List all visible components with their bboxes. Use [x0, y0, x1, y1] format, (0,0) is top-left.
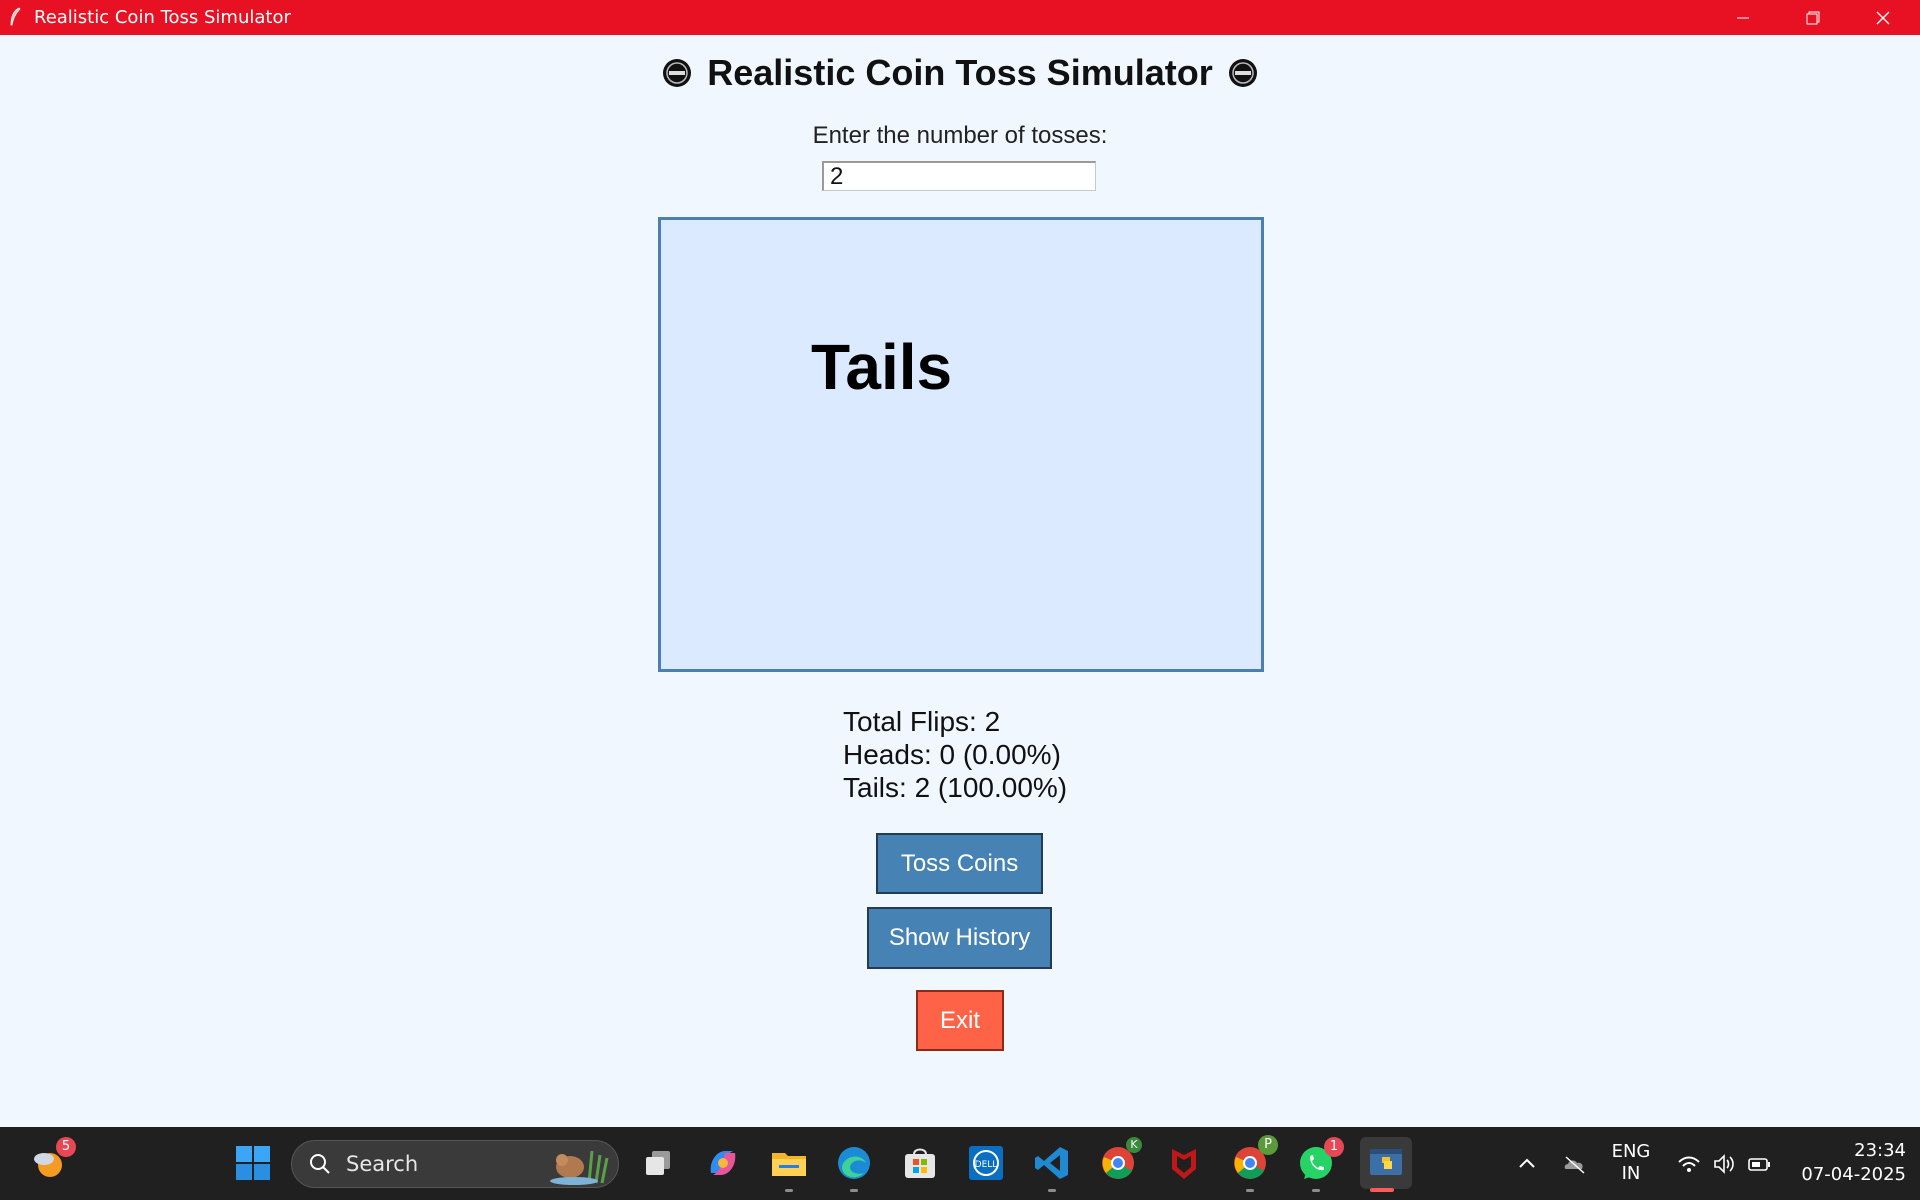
coin-emoji-icon — [1228, 59, 1257, 87]
taskbar-python-app[interactable] — [1360, 1137, 1412, 1189]
taskbar-file-explorer[interactable] — [767, 1141, 811, 1185]
task-view-button[interactable] — [636, 1141, 680, 1185]
language-indicator[interactable]: ENG IN — [1606, 1141, 1656, 1185]
clock-time: 23:34 — [1854, 1140, 1906, 1161]
feather-icon — [10, 7, 21, 26]
show-history-button[interactable]: Show History — [867, 907, 1052, 969]
taskbar-chrome-p[interactable]: P — [1228, 1135, 1278, 1185]
running-indicator — [785, 1189, 793, 1192]
volume-icon[interactable] — [1711, 1151, 1737, 1177]
toss-count-input[interactable]: 2 — [822, 161, 1096, 191]
mcafee-shield-icon — [1172, 1149, 1196, 1179]
chrome-profile-badge: K — [1126, 1137, 1142, 1153]
app-heading: Realistic Coin Toss Simulator — [0, 52, 1920, 94]
taskbar-edge[interactable] — [832, 1141, 876, 1185]
onedrive-offline-icon[interactable] — [1562, 1151, 1588, 1177]
microsoft-store-icon — [905, 1148, 935, 1178]
windows-logo-icon — [236, 1146, 270, 1180]
taskbar-copilot[interactable] — [701, 1141, 745, 1185]
clock[interactable]: 23:34 07-04-2025 — [1776, 1139, 1906, 1187]
taskbar-store[interactable] — [898, 1141, 942, 1185]
edge-browser-icon — [838, 1147, 870, 1179]
window-titlebar: Realistic Coin Toss Simulator — [0, 0, 1920, 35]
chrome-profile-badge: P — [1258, 1135, 1278, 1155]
close-button[interactable] — [1848, 0, 1918, 35]
exit-button[interactable]: Exit — [916, 990, 1004, 1051]
taskbar-vscode[interactable] — [1030, 1141, 1074, 1185]
search-placeholder: Search — [346, 1152, 419, 1176]
weather-badge: 5 — [56, 1137, 76, 1157]
dell-logo-text: DELL — [975, 1160, 998, 1170]
chevron-up-icon[interactable] — [1514, 1151, 1540, 1177]
minimize-button[interactable] — [1708, 0, 1778, 35]
region-code: IN — [1621, 1163, 1641, 1184]
python-app-icon — [1370, 1149, 1402, 1175]
taskbar-dell[interactable]: DELL — [964, 1141, 1008, 1185]
search-highlight-illustration-icon — [550, 1150, 609, 1185]
window-title: Realistic Coin Toss Simulator — [34, 7, 291, 28]
taskbar-search-box[interactable]: Search — [291, 1140, 619, 1188]
toss-result-text: Tails — [811, 331, 953, 403]
coin-canvas: Tails — [658, 217, 1264, 672]
search-icon — [310, 1154, 330, 1174]
clock-date: 07-04-2025 — [1801, 1164, 1906, 1185]
page-title: Realistic Coin Toss Simulator — [707, 52, 1213, 93]
minimize-icon — [1737, 17, 1749, 18]
coin-emoji-icon — [663, 59, 692, 87]
heads-stat: Heads: 0 (0.00%) — [843, 739, 1061, 770]
weather-widget[interactable]: 5 — [26, 1137, 76, 1185]
wifi-icon[interactable] — [1676, 1151, 1702, 1177]
task-view-icon — [646, 1151, 670, 1175]
close-icon — [1876, 11, 1890, 24]
start-button[interactable] — [231, 1141, 275, 1185]
running-indicator — [1246, 1189, 1254, 1192]
battery-icon[interactable] — [1746, 1151, 1772, 1177]
folder-icon — [772, 1153, 806, 1176]
vscode-icon — [1035, 1147, 1068, 1179]
running-indicator — [850, 1189, 858, 1192]
toss-count-label: Enter the number of tosses: — [812, 122, 1108, 149]
restore-button[interactable] — [1778, 0, 1848, 35]
active-app-indicator — [1370, 1188, 1394, 1192]
total-flips-stat: Total Flips: 2 — [843, 706, 1001, 737]
statistics-panel: Total Flips: 2 Heads: 0 (0.00%) Tails: 2… — [843, 705, 1067, 804]
toss-coins-button[interactable]: Toss Coins — [876, 833, 1043, 894]
taskbar: 5 Search DELL K P 1 ENG IN 23:34 07-04-2… — [0, 1127, 1920, 1200]
taskbar-whatsapp[interactable]: 1 — [1294, 1137, 1344, 1185]
language-code: ENG — [1611, 1141, 1651, 1162]
running-indicator — [1048, 1189, 1056, 1192]
running-indicator — [1312, 1189, 1320, 1192]
taskbar-chrome-k[interactable]: K — [1096, 1137, 1142, 1185]
whatsapp-badge: 1 — [1324, 1137, 1344, 1157]
taskbar-mcafee[interactable] — [1162, 1141, 1206, 1185]
copilot-icon — [710, 1151, 736, 1175]
dell-icon: DELL — [969, 1146, 1003, 1180]
restore-icon — [1806, 11, 1820, 24]
tails-stat: Tails: 2 (100.00%) — [843, 772, 1068, 803]
